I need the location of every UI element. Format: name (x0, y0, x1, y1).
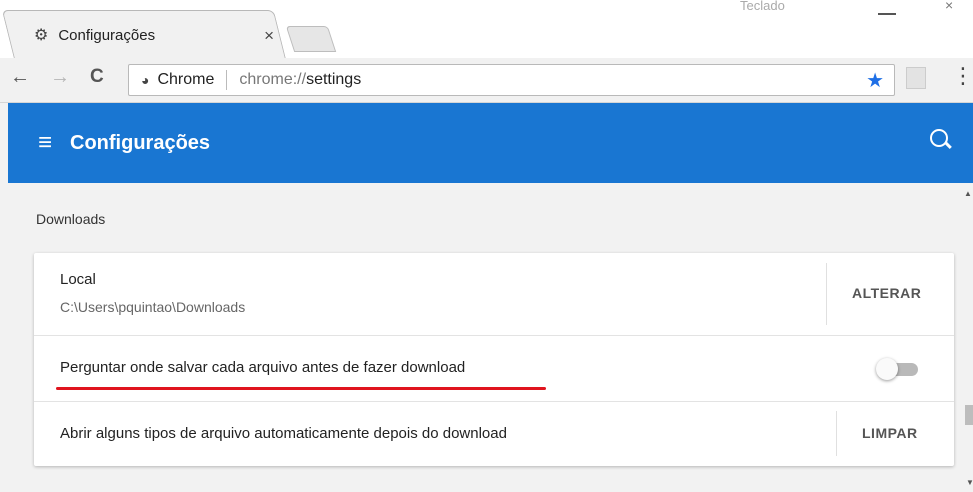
gear-icon: ⚙ (34, 27, 49, 44)
divider (826, 263, 827, 325)
url-scheme: chrome:// (239, 71, 307, 88)
browser-toolbar: ← → C ◕ Chrome chrome://settings ★ ⋮ (0, 58, 973, 103)
ask-where-row: Perguntar onde salvar cada arquivo antes… (34, 335, 954, 402)
minimize-button[interactable] (878, 3, 896, 15)
tab-title: Configurações (58, 26, 156, 44)
change-location-button[interactable]: ALTERAR (852, 285, 921, 301)
location-label: Local (60, 271, 96, 288)
window-close-button[interactable]: × (945, 0, 953, 13)
settings-content: Downloads Local C:\Users\pquintao\Downlo… (8, 183, 963, 492)
location-path: C:\Users\pquintao\Downloads (60, 299, 246, 315)
scroll-up-arrow-icon[interactable]: ▲ (964, 189, 972, 198)
search-icon[interactable] (930, 129, 948, 147)
url-text[interactable]: chrome://settings (239, 71, 361, 89)
extension-icon[interactable] (906, 67, 926, 89)
clear-auto-open-button[interactable]: LIMPAR (862, 425, 918, 441)
hamburger-menu-icon[interactable]: ≡ (38, 129, 52, 157)
settings-header: ≡ Configurações (8, 103, 973, 183)
menu-dots-icon[interactable]: ⋮ (952, 63, 973, 89)
section-title-downloads: Downloads (36, 211, 106, 227)
close-icon[interactable]: × (264, 26, 274, 46)
page-title: Configurações (70, 131, 211, 154)
scrollbar[interactable] (963, 183, 973, 492)
divider (836, 411, 837, 456)
auto-open-label: Abrir alguns tipos de arquivo automatica… (60, 425, 507, 442)
scroll-down-arrow-icon[interactable]: ▼ (966, 478, 973, 487)
reload-icon[interactable]: C (90, 66, 104, 88)
tab-settings-content[interactable]: ⚙ Configurações × (34, 18, 274, 52)
chrome-logo-icon: ◕ (141, 72, 150, 88)
new-tab-button[interactable] (285, 26, 337, 52)
downloads-card: Local C:\Users\pquintao\Downloads ALTERA… (34, 253, 954, 466)
scrollbar-thumb[interactable] (965, 405, 973, 425)
auto-open-row: Abrir alguns tipos de arquivo automatica… (34, 401, 954, 466)
window-caption: Teclado (740, 0, 785, 13)
download-location-row: Local C:\Users\pquintao\Downloads ALTERA… (34, 253, 954, 336)
security-chip[interactable]: ◕ Chrome (129, 70, 228, 90)
highlight-underline (56, 387, 546, 390)
forward-arrow-icon[interactable]: → (50, 66, 70, 89)
chip-label: Chrome (157, 71, 215, 88)
bookmark-star-icon[interactable]: ★ (866, 68, 884, 93)
back-arrow-icon[interactable]: ← (10, 66, 30, 89)
tab-strip: ⚙ Configurações × Teclado × (0, 0, 973, 59)
address-bar[interactable]: ◕ Chrome chrome://settings ★ (128, 64, 895, 96)
toggle-knob[interactable] (876, 358, 898, 380)
url-host: settings (306, 71, 362, 88)
ask-where-label: Perguntar onde salvar cada arquivo antes… (60, 359, 466, 376)
